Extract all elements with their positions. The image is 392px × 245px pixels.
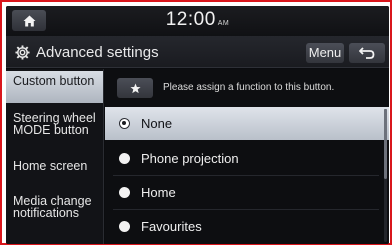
page-title: Advanced settings [36,44,159,61]
clock-time: 12:00 [165,9,216,30]
menu-button[interactable]: Menu [306,43,344,63]
hint-row: Please assign a function to this button. [117,78,379,98]
scrollbar[interactable] [384,109,387,242]
option-phone-projection[interactable]: Phone projection [105,142,389,175]
scrollbar-thumb[interactable] [384,109,387,179]
option-label: Home [141,185,176,200]
options-panel: Please assign a function to this button.… [105,69,389,244]
screenshot-frame: 12:00 AM Advanced settings Menu Custom b… [0,0,392,245]
option-favourites[interactable]: Favourites [105,210,389,243]
hint-text: Please assign a function to this button. [163,82,335,93]
back-button[interactable] [349,43,385,63]
option-none[interactable]: None [105,107,389,140]
sidebar-item-steering-wheel-mode-button[interactable]: Steering wheel MODE button [6,112,103,152]
option-label: None [141,116,173,131]
star-icon [129,82,141,93]
radio-selected [119,118,130,129]
radio-unselected [119,221,130,232]
radio-unselected [119,187,130,198]
option-label: Favourites [141,219,202,234]
gear-icon [15,45,30,60]
status-bar: 12:00 AM [6,6,389,36]
title-bar: Advanced settings Menu [6,36,389,68]
clock: 12:00 AM [6,9,389,31]
infotainment-screen: 12:00 AM Advanced settings Menu Custom b… [6,6,389,244]
option-label: Phone projection [141,151,239,166]
sidebar-item-home-screen[interactable]: Home screen [6,160,103,186]
clock-ampm: AM [217,20,230,27]
favourite-button[interactable] [117,78,153,98]
option-home[interactable]: Home [105,176,389,209]
radio-unselected [119,153,130,164]
sidebar-item-media-change-notifications[interactable]: Media change notifications [6,195,103,235]
back-arrow-icon [359,47,375,59]
sidebar-item-custom-button[interactable]: Custom button [6,71,103,103]
settings-sidebar: Custom button Steering wheel MODE button… [6,69,104,244]
